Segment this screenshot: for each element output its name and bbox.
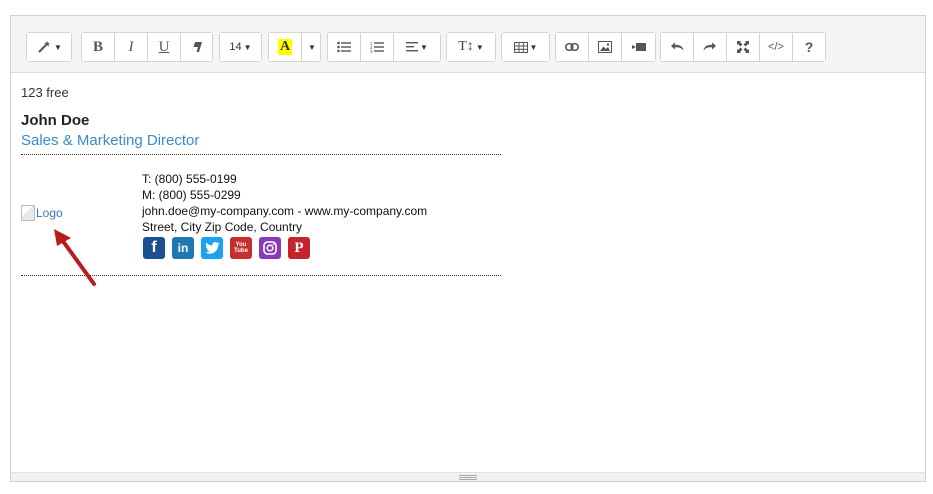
email-web-line: john.doe@my-company.com - www.my-company… <box>142 203 427 219</box>
website-link[interactable]: www.my-company.com <box>305 204 427 218</box>
table-icon <box>513 41 528 53</box>
signature-title: Sales & Marketing Director <box>21 132 200 149</box>
line-height-dropdown[interactable]: T↕ ▼ <box>447 33 495 61</box>
color-dropdown-button[interactable]: ▼ <box>302 33 320 61</box>
redo-button[interactable] <box>694 33 727 61</box>
linkedin-icon[interactable]: in <box>172 237 194 259</box>
signature-name: John Doe <box>21 112 90 129</box>
text-style-group: T↕ ▼ <box>446 32 496 62</box>
rich-text-editor: ▼ B I U 14 ▼ A ▼ 1 2 3 ▼ T↕ ▼ ▼ </> ? 12… <box>10 15 926 482</box>
grip-icon <box>459 475 477 480</box>
eraser-icon <box>191 41 203 53</box>
chevron-down-icon: ▼ <box>420 42 428 52</box>
image-icon <box>598 41 612 53</box>
instagram-icon[interactable] <box>259 237 281 259</box>
misc-group: </> ? <box>660 32 826 62</box>
editor-toolbar: ▼ B I U 14 ▼ A ▼ 1 2 3 ▼ T↕ ▼ ▼ </> ? <box>11 16 925 73</box>
code-icon: </> <box>768 41 784 53</box>
svg-text:3: 3 <box>370 49 373 53</box>
paragraph-align-dropdown[interactable]: ▼ <box>394 33 440 61</box>
underline-button[interactable]: U <box>148 33 181 61</box>
email-link[interactable]: john.doe@my-company.com <box>142 204 294 218</box>
pinterest-icon[interactable]: P <box>288 237 310 259</box>
magic-wand-icon <box>36 40 52 54</box>
list-group: 123 ▼ <box>327 32 441 62</box>
numbered-list-icon: 123 <box>370 41 384 53</box>
font-style-group: B I U <box>81 32 213 62</box>
insert-image-button[interactable] <box>589 33 622 61</box>
help-button[interactable]: ? <box>793 33 825 61</box>
font-size-group: 14 ▼ <box>219 32 262 62</box>
chevron-down-icon: ▼ <box>308 42 316 52</box>
phone-line: T: (800) 555-0199 <box>142 172 237 186</box>
mobile-line: M: (800) 555-0299 <box>142 188 241 202</box>
redo-icon <box>703 42 717 52</box>
facebook-icon[interactable]: f <box>143 237 165 259</box>
address-line: Street, City Zip Code, Country <box>142 220 303 234</box>
undo-icon <box>670 42 684 52</box>
undo-button[interactable] <box>661 33 694 61</box>
italic-button[interactable]: I <box>115 33 148 61</box>
link-icon <box>565 43 579 51</box>
youtube-icon[interactable]: You Tube <box>230 237 252 259</box>
insert-video-button[interactable] <box>622 33 655 61</box>
red-arrow-annotation <box>54 229 96 286</box>
code-view-button[interactable]: </> <box>760 33 793 61</box>
chevron-down-icon: ▼ <box>243 42 252 52</box>
social-icons: f in You Tube P <box>143 237 310 259</box>
logo-alt-text: Logo <box>36 206 63 220</box>
bullet-list-icon <box>337 41 351 53</box>
highlight-icon: A <box>277 39 293 55</box>
table-group: ▼ <box>501 32 550 62</box>
free-text: 123 free <box>21 85 69 100</box>
bold-button[interactable]: B <box>82 33 115 61</box>
expand-icon <box>737 41 749 53</box>
align-left-icon <box>406 42 419 52</box>
ordered-list-button[interactable]: 123 <box>361 33 394 61</box>
magic-group: ▼ <box>26 32 72 62</box>
help-icon: ? <box>804 39 814 55</box>
text-height-icon: T↕ <box>458 39 474 54</box>
unordered-list-button[interactable] <box>328 33 361 61</box>
logo-image[interactable]: Logo <box>21 205 63 221</box>
clear-format-button[interactable] <box>181 33 212 61</box>
table-dropdown[interactable]: ▼ <box>502 33 549 61</box>
editor-content[interactable]: 123 free John Doe Sales & Marketing Dire… <box>11 74 925 471</box>
broken-image-icon <box>21 205 35 221</box>
font-size-dropdown[interactable]: 14 ▼ <box>220 33 261 61</box>
separator: - <box>294 204 305 218</box>
fullscreen-button[interactable] <box>727 33 760 61</box>
chevron-down-icon: ▼ <box>54 42 62 52</box>
resize-handle[interactable] <box>11 472 925 481</box>
chevron-down-icon: ▼ <box>475 42 484 52</box>
twitter-icon[interactable] <box>201 237 223 259</box>
chevron-down-icon: ▼ <box>529 42 538 52</box>
video-icon <box>631 42 646 52</box>
color-group: A ▼ <box>268 32 321 62</box>
contact-info: T: (800) 555-0199 M: (800) 555-0299 john… <box>142 171 427 235</box>
highlight-color-button[interactable]: A <box>269 33 302 61</box>
style-dropdown-button[interactable]: ▼ <box>27 33 71 61</box>
font-size-value: 14 <box>229 41 242 53</box>
insert-group <box>555 32 656 62</box>
insert-link-button[interactable] <box>556 33 589 61</box>
top-divider <box>21 154 501 155</box>
